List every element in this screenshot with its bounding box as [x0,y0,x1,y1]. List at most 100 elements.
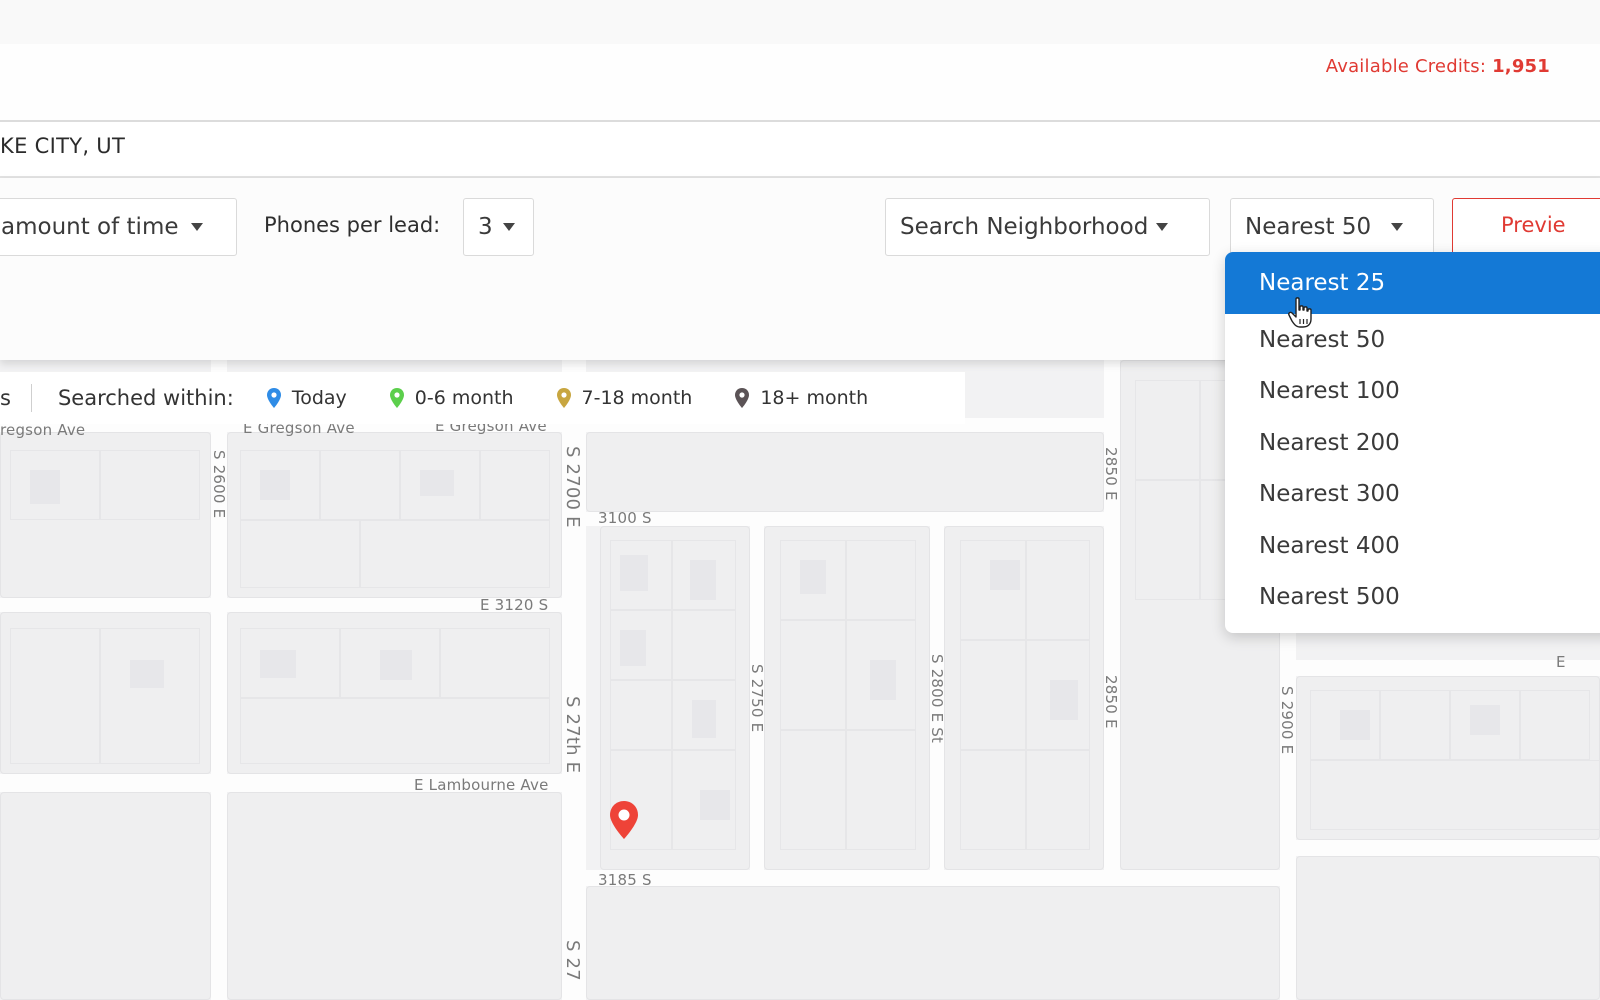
building [700,790,730,820]
dropdown-option[interactable]: Nearest 400 [1225,520,1600,572]
lot [240,520,360,588]
street-label: S 27th E [562,696,583,774]
legend-item-0-6-month: 0-6 month [389,387,514,409]
building [380,650,412,680]
street-label: S 2700 E [562,446,583,528]
street-label: 3185 S [598,871,652,889]
legend-title: Searched within: [57,386,234,410]
pin-icon [556,388,571,408]
lot [360,520,550,588]
caret-down-icon [1156,223,1169,231]
top-band [0,0,1600,44]
building [692,700,716,738]
phones-per-lead-select[interactable]: 3 [463,198,534,256]
building [620,630,646,666]
address-input[interactable]: KE CITY, UT [0,134,125,158]
city-block [586,432,1104,512]
legend-item-18-plus-month: 18+ month [734,387,868,409]
legend-label: Today [291,387,347,409]
street-label: S 27 [562,940,583,981]
pin-icon [389,388,404,408]
caret-down-icon [1391,223,1404,231]
lot [1135,480,1200,600]
neighborhood-select-value: Search Neighborhood [900,214,1149,240]
building [260,470,290,500]
time-select-value: amount of time [1,214,179,240]
lot [1026,750,1090,850]
phones-select-value: 3 [478,214,493,240]
lot [1520,690,1590,760]
building [30,470,60,504]
pin-icon [735,388,750,408]
road [1104,360,1120,870]
time-select[interactable]: amount of time [0,198,237,256]
street-label: E Lambourne Ave [414,776,549,794]
lot [960,540,1026,640]
map-marker[interactable] [608,800,640,844]
dropdown-option[interactable]: Nearest 50 [1225,314,1600,366]
credits-value: 1,951 [1492,56,1550,77]
city-block [227,792,562,1000]
lot [320,450,400,520]
road [1290,840,1600,856]
building [260,650,296,678]
hand-cursor-icon [1287,296,1315,334]
dropdown-option[interactable]: Nearest 200 [1225,417,1600,469]
credits-label: Available Credits: [1325,56,1487,77]
phones-per-lead-label: Phones per lead: [264,213,441,237]
lot [1310,760,1600,830]
street-label: 2850 E [1102,447,1120,501]
legend-label: 7-18 month [581,387,693,409]
street-label: E 3120 S [480,596,549,614]
lot [1380,690,1450,760]
nearest-select-value: Nearest 50 [1245,214,1372,240]
caret-down-icon [190,223,203,231]
building [130,660,164,688]
available-credits: Available Credits: 1,951 [1326,56,1550,77]
street-label: E [1556,653,1566,671]
legend-label: 18+ month [760,387,869,409]
lot [960,640,1026,750]
building [620,555,648,591]
dropdown-option[interactable]: Nearest 25 [1225,252,1600,314]
legend-item-7-18-month: 7-18 month [556,387,693,409]
map-legend: s Searched within: Today 0-6 month 7-18 … [0,372,965,424]
lot [846,730,916,850]
building [870,660,896,700]
building [690,560,716,600]
lot [100,628,200,764]
lot [480,450,550,520]
building [800,560,826,594]
city-block [0,792,211,1000]
legend-truncated-label: s [0,386,11,410]
building [990,560,1020,590]
road [1290,660,1600,676]
building [1340,710,1370,740]
dropdown-option[interactable]: Nearest 300 [1225,469,1600,521]
caret-down-icon [502,223,515,231]
street-label: S 2900 E [1278,686,1296,755]
lot [240,698,550,764]
lot [780,730,846,850]
street-label: 2850 E [1102,675,1120,729]
legend-item-today: Today [266,387,347,409]
building [420,470,454,496]
location-pin-icon [610,801,638,839]
search-neighborhood-select[interactable]: Search Neighborhood [885,198,1210,256]
street-label: S 2600 E [210,450,228,519]
dropdown-option[interactable]: Nearest 100 [1225,366,1600,418]
address-row[interactable] [0,122,1600,178]
lot [846,540,916,620]
lot [960,750,1026,850]
nearest-select[interactable]: Nearest 50 [1230,198,1434,256]
preview-button[interactable]: Previe [1452,198,1600,256]
building [1050,680,1078,720]
lot [10,628,100,764]
dropdown-option[interactable]: Nearest 500 [1225,572,1600,624]
lot [440,628,550,698]
street-label: S 2800 E St [928,654,946,744]
legend-separator [30,384,32,412]
lot [1026,540,1090,640]
lot [1135,380,1200,480]
nearest-dropdown-menu: Nearest 25 Nearest 50 Nearest 100 Neares… [1225,252,1600,633]
